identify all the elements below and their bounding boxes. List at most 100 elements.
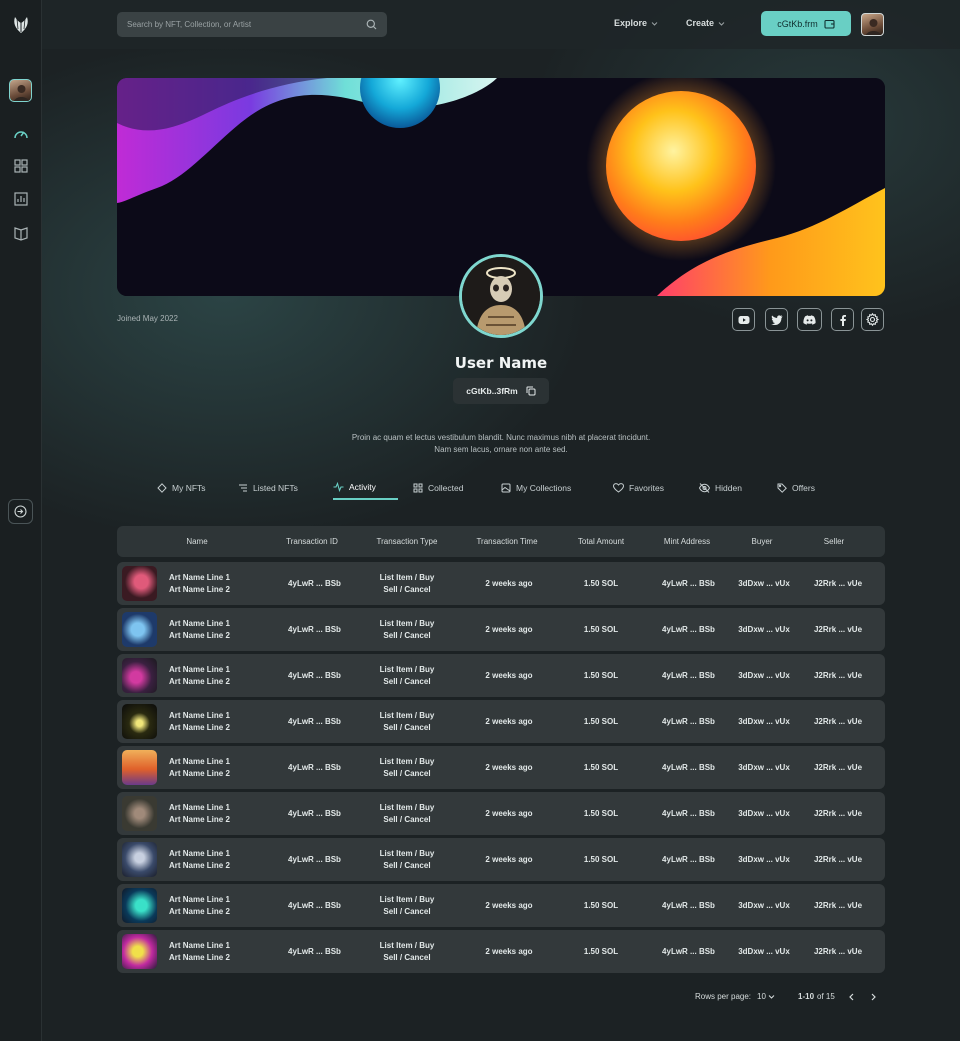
buyer-address[interactable]: 3dDxw ... vUx — [729, 671, 799, 680]
seller-address[interactable]: J2Rrk ... vUe — [803, 901, 873, 910]
buyer-address[interactable]: 3dDxw ... vUx — [729, 901, 799, 910]
search-icon[interactable] — [366, 19, 377, 30]
transaction-id[interactable]: 4yLwR ... BSb — [277, 717, 352, 726]
tab-offers[interactable]: Offers — [777, 476, 815, 500]
dashboard-icon[interactable] — [13, 126, 29, 142]
seller-address[interactable]: J2Rrk ... vUe — [803, 671, 873, 680]
buyer-address[interactable]: 3dDxw ... vUx — [729, 809, 799, 818]
table-row[interactable]: Art Name Line 1 Art Name Line 2 4yLwR ... … — [117, 700, 885, 743]
nft-thumbnail[interactable] — [122, 842, 157, 877]
seller-address[interactable]: J2Rrk ... vUe — [803, 763, 873, 772]
sidebar-avatar[interactable] — [9, 79, 32, 102]
nft-name[interactable]: Art Name Line 1 Art Name Line 2 — [169, 664, 230, 688]
seller-address[interactable]: J2Rrk ... vUe — [803, 717, 873, 726]
nft-name[interactable]: Art Name Line 1 Art Name Line 2 — [169, 710, 230, 734]
copy-icon[interactable] — [526, 386, 536, 396]
book-icon[interactable] — [13, 225, 29, 241]
grid-icon[interactable] — [13, 158, 29, 174]
header-transaction-time[interactable]: Transaction Time — [467, 537, 547, 546]
table-row[interactable]: Art Name Line 1 Art Name Line 2 4yLwR ... … — [117, 838, 885, 881]
buyer-address[interactable]: 3dDxw ... vUx — [729, 717, 799, 726]
nft-name[interactable]: Art Name Line 1 Art Name Line 2 — [169, 802, 230, 826]
header-transaction-type[interactable]: Transaction Type — [367, 537, 447, 546]
table-row[interactable]: Art Name Line 1 Art Name Line 2 4yLwR ... … — [117, 884, 885, 927]
header-transaction-id[interactable]: Transaction ID — [277, 537, 347, 546]
transaction-id[interactable]: 4yLwR ... BSb — [277, 763, 352, 772]
rows-per-page-select[interactable]: 10 — [757, 992, 775, 1001]
mint-address[interactable]: 4yLwR ... BSb — [652, 947, 725, 956]
nft-thumbnail[interactable] — [122, 796, 157, 831]
buyer-address[interactable]: 3dDxw ... vUx — [729, 855, 799, 864]
seller-address[interactable]: J2Rrk ... vUe — [803, 809, 873, 818]
table-row[interactable]: Art Name Line 1 Art Name Line 2 4yLwR ... … — [117, 792, 885, 835]
mint-address[interactable]: 4yLwR ... BSb — [652, 809, 725, 818]
table-row[interactable]: Art Name Line 1 Art Name Line 2 4yLwR ... … — [117, 562, 885, 605]
transaction-id[interactable]: 4yLwR ... BSb — [277, 579, 352, 588]
header-mint-address[interactable]: Mint Address — [652, 537, 722, 546]
tab-listed-nfts[interactable]: Listed NFTs — [238, 476, 298, 500]
buyer-address[interactable]: 3dDxw ... vUx — [729, 947, 799, 956]
nft-thumbnail[interactable] — [122, 658, 157, 693]
table-row[interactable]: Art Name Line 1 Art Name Line 2 4yLwR ... … — [117, 608, 885, 651]
user-avatar[interactable] — [861, 13, 884, 36]
nft-thumbnail[interactable] — [122, 612, 157, 647]
table-row[interactable]: Art Name Line 1 Art Name Line 2 4yLwR ... … — [117, 654, 885, 697]
profile-avatar[interactable] — [459, 254, 543, 338]
header-seller[interactable]: Seller — [814, 537, 854, 546]
nft-thumbnail[interactable] — [122, 704, 157, 739]
mint-address[interactable]: 4yLwR ... BSb — [652, 717, 725, 726]
nft-name[interactable]: Art Name Line 1 Art Name Line 2 — [169, 940, 230, 964]
logout-button[interactable] — [8, 499, 33, 524]
nft-name[interactable]: Art Name Line 1 Art Name Line 2 — [169, 894, 230, 918]
seller-address[interactable]: J2Rrk ... vUe — [803, 947, 873, 956]
seller-address[interactable]: J2Rrk ... vUe — [803, 855, 873, 864]
nft-thumbnail[interactable] — [122, 750, 157, 785]
seller-address[interactable]: J2Rrk ... vUe — [803, 625, 873, 634]
prev-page-icon[interactable] — [848, 993, 856, 1001]
mint-address[interactable]: 4yLwR ... BSb — [652, 625, 725, 634]
mint-address[interactable]: 4yLwR ... BSb — [652, 671, 725, 680]
next-page-icon[interactable] — [869, 993, 877, 1001]
header-total-amount[interactable]: Total Amount — [566, 537, 636, 546]
table-row[interactable]: Art Name Line 1 Art Name Line 2 4yLwR ... … — [117, 930, 885, 973]
tab-activity[interactable]: Activity — [333, 476, 398, 500]
nft-thumbnail[interactable] — [122, 934, 157, 969]
transaction-id[interactable]: 4yLwR ... BSb — [277, 671, 352, 680]
explore-menu[interactable]: Explore — [614, 18, 658, 28]
nft-thumbnail[interactable] — [122, 888, 157, 923]
transaction-id[interactable]: 4yLwR ... BSb — [277, 625, 352, 634]
tab-hidden[interactable]: Hidden — [699, 476, 742, 500]
transaction-id[interactable]: 4yLwR ... BSb — [277, 855, 352, 864]
nft-name[interactable]: Art Name Line 1 Art Name Line 2 — [169, 756, 230, 780]
youtube-button[interactable] — [732, 308, 755, 331]
transaction-id[interactable]: 4yLwR ... BSb — [277, 809, 352, 818]
tab-favorites[interactable]: Favorites — [613, 476, 664, 500]
tab-collected[interactable]: Collected — [413, 476, 463, 500]
tab-my-collections[interactable]: My Collections — [501, 476, 571, 500]
buyer-address[interactable]: 3dDxw ... vUx — [729, 579, 799, 588]
wallet-button[interactable]: cGtKb.frm — [761, 11, 851, 36]
mint-address[interactable]: 4yLwR ... BSb — [652, 763, 725, 772]
nft-name[interactable]: Art Name Line 1 Art Name Line 2 — [169, 572, 230, 596]
search-input[interactable]: Search by NFT, Collection, or Artist — [117, 12, 387, 37]
table-row[interactable]: Art Name Line 1 Art Name Line 2 4yLwR ... … — [117, 746, 885, 789]
header-buyer[interactable]: Buyer — [742, 537, 782, 546]
mint-address[interactable]: 4yLwR ... BSb — [652, 855, 725, 864]
transaction-id[interactable]: 4yLwR ... BSb — [277, 947, 352, 956]
seller-address[interactable]: J2Rrk ... vUe — [803, 579, 873, 588]
wallet-address-pill[interactable]: cGtKb..3fRm — [453, 378, 549, 404]
settings-button[interactable] — [861, 308, 884, 331]
create-menu[interactable]: Create — [686, 18, 725, 28]
nft-thumbnail[interactable] — [122, 566, 157, 601]
mint-address[interactable]: 4yLwR ... BSb — [652, 901, 725, 910]
facebook-button[interactable] — [831, 308, 854, 331]
tab-my-nfts[interactable]: My NFTs — [157, 476, 206, 500]
stats-icon[interactable] — [13, 191, 29, 207]
transaction-id[interactable]: 4yLwR ... BSb — [277, 901, 352, 910]
header-name[interactable]: Name — [177, 537, 217, 546]
nft-name[interactable]: Art Name Line 1 Art Name Line 2 — [169, 848, 230, 872]
buyer-address[interactable]: 3dDxw ... vUx — [729, 625, 799, 634]
logo-icon[interactable] — [11, 14, 31, 34]
nft-name[interactable]: Art Name Line 1 Art Name Line 2 — [169, 618, 230, 642]
discord-button[interactable] — [797, 308, 822, 331]
